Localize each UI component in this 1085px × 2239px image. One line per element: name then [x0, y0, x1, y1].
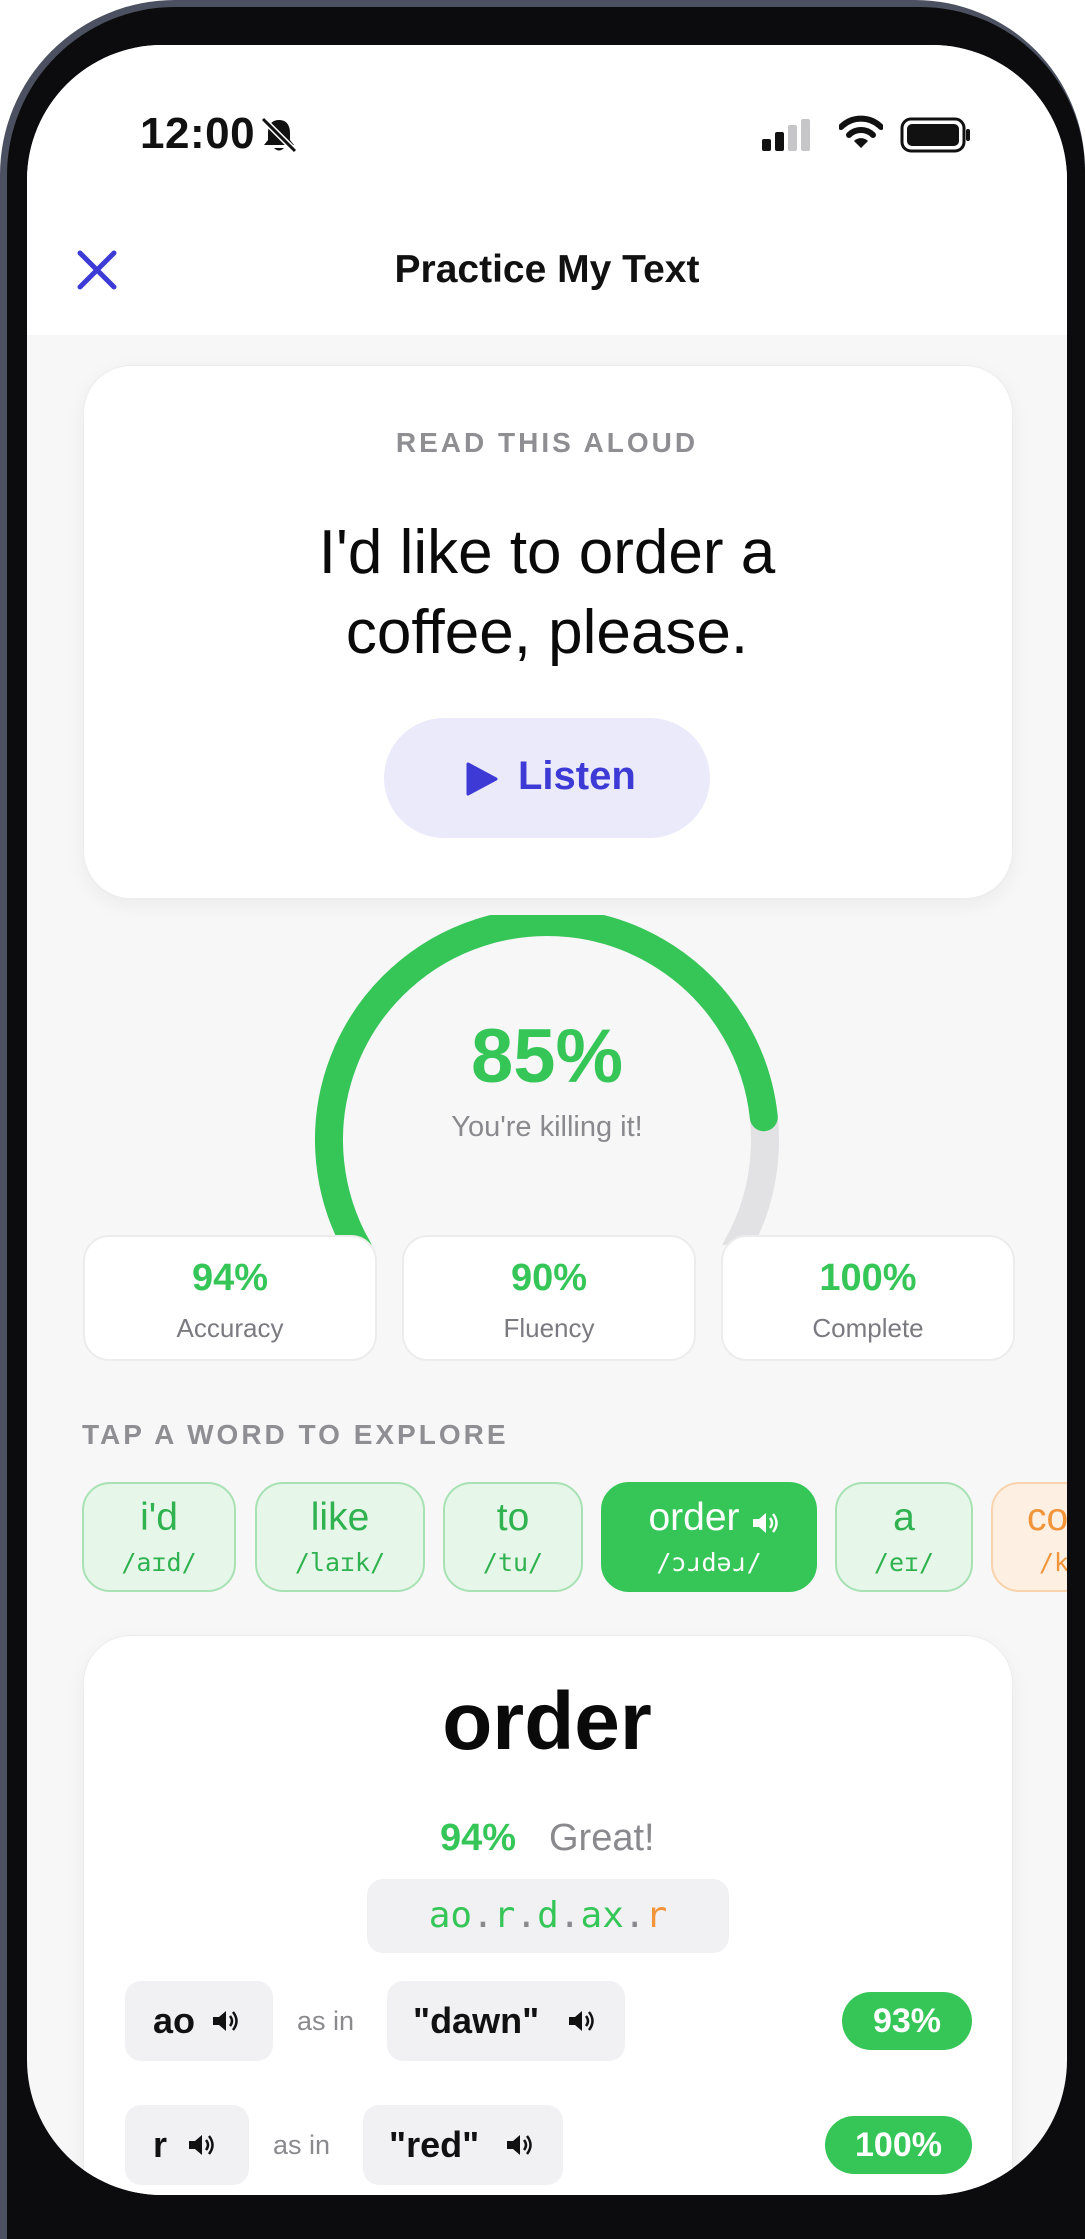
phone-frame: 12:00 Practice My Text READ THIS ALOUD I…	[0, 0, 1085, 2239]
word-chip-like[interactable]: like /laɪk/	[255, 1482, 425, 1592]
phoneme-breakdown: ao.r.d.ax.r	[367, 1879, 729, 1953]
metric-label: Fluency	[503, 1313, 595, 1343]
metric-accuracy: 94% Accuracy	[83, 1235, 377, 1361]
score-value: 85%	[470, 1014, 624, 1099]
phoneme: r	[493, 1895, 516, 1936]
prompt-label: READ THIS ALOUD	[395, 427, 699, 458]
speaker-icon	[753, 1513, 778, 1533]
as-in-label: as in	[297, 2006, 355, 2036]
chip-ipa: /aɪd/	[121, 1548, 197, 1577]
top-bar: 12:00 Practice My Text	[27, 45, 1067, 335]
chip-word: like	[310, 1496, 370, 1539]
chip-ipa: /eɪ/	[873, 1548, 935, 1577]
prompt-phrase: I'd like to order a coffee, please.	[27, 513, 1067, 673]
word-chip-order[interactable]: order /ɔɹdəɹ/	[601, 1482, 817, 1592]
chip-word: a	[893, 1496, 915, 1539]
metric-value: 90%	[510, 1257, 588, 1299]
phoneme-score-badge: 100%	[825, 2116, 972, 2174]
detail-score: 94%	[440, 1817, 517, 1859]
metric-fluency: 90% Fluency	[402, 1235, 696, 1361]
status-time: 12:00	[140, 109, 256, 158]
chip-ipa: /ɔɹdəɹ/	[656, 1548, 762, 1577]
example-pill-red[interactable]: "red"	[363, 2105, 563, 2185]
chip-ipa: /k	[1039, 1548, 1067, 1577]
app-screen: 12:00 Practice My Text READ THIS ALOUD I…	[27, 45, 1067, 2195]
chip-ipa: /laɪk/	[294, 1548, 386, 1577]
phoneme: ax	[580, 1895, 624, 1936]
word-chip-id[interactable]: i'd /aɪd/	[82, 1482, 236, 1592]
score-caption: You're killing it!	[451, 1111, 643, 1143]
words-section-label: TAP A WORD TO EXPLORE	[82, 1419, 509, 1450]
metric-label: Complete	[812, 1313, 924, 1343]
phoneme-warning: r	[645, 1895, 668, 1936]
detail-rating: Great!	[549, 1817, 655, 1859]
pill-example: "dawn"	[413, 2000, 540, 2041]
phoneme: ao	[428, 1895, 473, 1936]
word-chip-to[interactable]: to /tu/	[443, 1482, 583, 1592]
chip-word: co	[1027, 1496, 1067, 1539]
detail-word: order	[442, 1676, 652, 1767]
phone-bezel: 12:00 Practice My Text READ THIS ALOUD I…	[7, 7, 1085, 2239]
chip-word: order	[648, 1496, 740, 1539]
battery-icon	[900, 117, 970, 153]
phoneme-pill-r[interactable]: r	[125, 2105, 249, 2185]
wifi-icon	[839, 115, 883, 148]
phoneme: d	[537, 1895, 559, 1936]
speaker-icon	[189, 2135, 214, 2155]
chip-word: to	[496, 1496, 530, 1539]
listen-label: Listen	[518, 754, 636, 798]
speaker-icon	[213, 2011, 238, 2031]
metric-value: 100%	[819, 1257, 917, 1299]
bell-slash-icon	[260, 116, 298, 154]
prompt-line-1: I'd like to order a	[318, 518, 776, 587]
prompt-line-2: coffee, please.	[345, 598, 749, 667]
play-icon	[466, 762, 498, 796]
word-chip-coffee[interactable]: co /k	[991, 1482, 1067, 1592]
speaker-icon	[569, 2011, 594, 2031]
listen-button[interactable]: Listen	[384, 718, 710, 838]
word-chip-a[interactable]: a /eɪ/	[835, 1482, 973, 1592]
as-in-label: as in	[273, 2130, 331, 2160]
metric-complete: 100% Complete	[721, 1235, 1015, 1361]
signal-icon	[762, 119, 810, 151]
speaker-icon	[507, 2135, 532, 2155]
example-pill-dawn[interactable]: "dawn"	[387, 1981, 625, 2061]
phoneme-pill-ao[interactable]: ao	[125, 1981, 273, 2061]
pill-phoneme: r	[153, 2124, 168, 2165]
metric-label: Accuracy	[176, 1313, 284, 1343]
metric-value: 94%	[191, 1257, 269, 1299]
pill-example: "red"	[389, 2124, 480, 2165]
chip-ipa: /tu/	[482, 1548, 544, 1577]
phoneme-score-badge: 93%	[842, 1992, 972, 2050]
pill-phoneme: ao	[153, 2000, 196, 2041]
page-title: Practice My Text	[394, 248, 700, 291]
chip-word: i'd	[140, 1496, 178, 1539]
